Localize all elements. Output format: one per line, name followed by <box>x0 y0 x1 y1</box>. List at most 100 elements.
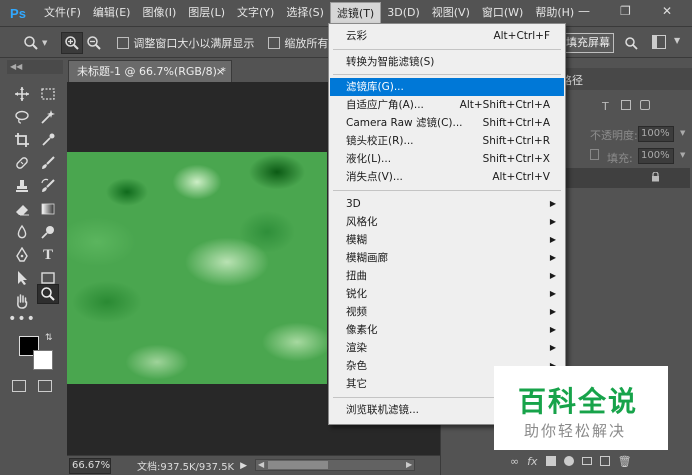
fill-field[interactable]: 100% <box>638 148 674 164</box>
hand-tool-icon[interactable] <box>11 291 33 311</box>
menu-item-label: 模糊 <box>346 234 367 246</box>
new-layer-icon[interactable] <box>599 456 610 466</box>
quick-mask-icon[interactable] <box>12 380 26 392</box>
menu-image[interactable]: 图像(I) <box>136 2 182 24</box>
clone-stamp-tool-icon[interactable] <box>11 176 33 196</box>
menu-item-filter-gallery[interactable]: 滤镜库(G)... <box>330 78 564 96</box>
menu-item-blur-gallery[interactable]: 模糊画廊 ▶ <box>330 249 564 267</box>
search-icon[interactable] <box>620 32 642 54</box>
doc-info-arrow-icon[interactable]: ▶ <box>240 461 247 471</box>
brush-tool-icon[interactable] <box>37 153 59 173</box>
menu-separator <box>333 74 561 75</box>
menu-edit[interactable]: 编辑(E) <box>87 2 137 24</box>
menu-type[interactable]: 文字(Y) <box>231 2 280 24</box>
layer-style-icon[interactable]: fx <box>527 455 537 468</box>
zoom-level-field[interactable]: 66.67% <box>69 457 111 474</box>
menu-item-label: 视频 <box>346 306 367 318</box>
path-selection-tool-icon[interactable] <box>11 268 33 288</box>
menu-help[interactable]: 帮助(H) <box>529 2 580 24</box>
fill-dropdown-arrow-icon[interactable]: ▼ <box>680 151 685 159</box>
menu-select[interactable]: 选择(S) <box>280 2 330 24</box>
eraser-tool-icon[interactable] <box>11 199 33 219</box>
zoom-all-checkbox[interactable]: 缩放所有 <box>268 35 328 51</box>
menu-file[interactable]: 文件(F) <box>38 2 87 24</box>
healing-brush-tool-icon[interactable] <box>11 153 33 173</box>
smart-object-layer-icon[interactable] <box>640 100 650 110</box>
menu-layer[interactable]: 图层(L) <box>182 2 231 24</box>
opacity-dropdown-arrow-icon[interactable]: ▼ <box>680 129 685 137</box>
group-layers-icon[interactable] <box>581 457 592 465</box>
layer-row-background[interactable] <box>566 168 690 188</box>
delete-layer-icon[interactable]: 🗑 <box>618 455 632 468</box>
close-document-icon[interactable]: × <box>216 61 225 82</box>
menu-item-liquify[interactable]: 液化(L)... Shift+Ctrl+X <box>330 150 564 168</box>
workspace-dropdown-arrow-icon[interactable]: ▼ <box>674 36 680 45</box>
menu-window[interactable]: 窗口(W) <box>476 2 529 24</box>
toolbox-collapse-icon[interactable]: ◀◀ <box>7 60 63 74</box>
swap-colors-icon[interactable]: ⇅ <box>45 333 53 343</box>
zoom-tool-preset-icon[interactable] <box>20 32 42 54</box>
close-icon[interactable]: ✕ <box>662 4 672 18</box>
menu-item-adaptive-wide-angle[interactable]: 自适应广角(A)... Alt+Shift+Ctrl+A <box>330 96 564 114</box>
move-tool-icon[interactable] <box>11 84 33 104</box>
more-tools-icon[interactable]: ••• <box>8 309 35 329</box>
menu-item-vanishing-point[interactable]: 消失点(V)... Alt+Ctrl+V <box>330 168 564 186</box>
menu-3d[interactable]: 3D(D) <box>381 2 426 24</box>
fill-screen-button[interactable]: 填充屏幕 <box>562 33 614 53</box>
link-layers-icon[interactable]: ∞ <box>510 455 519 468</box>
pen-tool-icon[interactable] <box>11 245 33 265</box>
zoom-out-icon[interactable] <box>83 32 105 54</box>
magic-wand-tool-icon[interactable] <box>37 107 59 127</box>
menu-item-render[interactable]: 渲染 ▶ <box>330 339 564 357</box>
shape-layer-icon[interactable] <box>621 100 631 110</box>
menu-item-label: 浏览联机滤镜... <box>346 404 420 416</box>
type-layer-icon[interactable]: T <box>602 100 609 113</box>
menu-item-lens-correction[interactable]: 镜头校正(R)... Shift+Ctrl+R <box>330 132 564 150</box>
document-tab[interactable]: 未标题-1 @ 66.7%(RGB/8) * × <box>68 60 232 82</box>
blur-tool-icon[interactable] <box>11 222 33 242</box>
menu-view[interactable]: 视图(V) <box>426 2 476 24</box>
scroll-left-arrow-icon[interactable]: ◀ <box>258 460 264 469</box>
canvas-clouds[interactable] <box>67 152 327 384</box>
adjustment-layer-icon[interactable] <box>563 456 574 466</box>
checkbox-box[interactable] <box>268 36 281 49</box>
menu-item-shortcut: Alt+Ctrl+F <box>493 30 550 42</box>
scrollbar-thumb[interactable] <box>268 461 328 469</box>
resize-windows-checkbox[interactable]: 调整窗口大小以满屏显示 <box>117 35 254 51</box>
menu-item-3d[interactable]: 3D ▶ <box>330 195 564 213</box>
history-brush-tool-icon[interactable] <box>37 176 59 196</box>
zoom-tool-icon[interactable] <box>37 284 59 304</box>
scroll-right-arrow-icon[interactable]: ▶ <box>406 460 412 469</box>
menu-item-sharpen[interactable]: 锐化 ▶ <box>330 285 564 303</box>
preset-dropdown-arrow-icon[interactable]: ▼ <box>42 39 47 47</box>
restore-icon[interactable]: ❐ <box>620 4 631 18</box>
opacity-field[interactable]: 100% <box>638 126 674 142</box>
marquee-tool-icon[interactable] <box>37 84 59 104</box>
fill-label: 填充: <box>607 152 633 165</box>
layer-mask-icon[interactable] <box>545 456 556 466</box>
workspace-icon[interactable] <box>652 35 666 49</box>
menu-filter[interactable]: 滤镜(T) <box>329 2 382 24</box>
menu-item-clouds[interactable]: 云彩 Alt+Ctrl+F <box>330 27 564 45</box>
screen-mode-icon[interactable] <box>38 380 52 392</box>
checkbox-box[interactable] <box>117 36 130 49</box>
menu-item-label: 扭曲 <box>346 270 367 282</box>
minimize-icon[interactable]: — <box>578 4 590 18</box>
lock-transparency-icon[interactable] <box>590 149 599 160</box>
dodge-tool-icon[interactable] <box>37 222 59 242</box>
menu-item-stylize[interactable]: 风格化 ▶ <box>330 213 564 231</box>
menu-item-label: 像素化 <box>346 324 378 336</box>
background-color-swatch[interactable] <box>33 350 53 370</box>
menu-item-convert-smart-filter[interactable]: 转换为智能滤镜(S) <box>330 53 564 71</box>
crop-tool-icon[interactable] <box>11 130 33 150</box>
menu-item-blur[interactable]: 模糊 ▶ <box>330 231 564 249</box>
menu-item-pixelate[interactable]: 像素化 ▶ <box>330 321 564 339</box>
menu-item-distort[interactable]: 扭曲 ▶ <box>330 267 564 285</box>
menu-item-camera-raw[interactable]: Camera Raw 滤镜(C)... Shift+Ctrl+A <box>330 114 564 132</box>
type-tool-icon[interactable]: T <box>37 245 59 265</box>
gradient-tool-icon[interactable] <box>37 199 59 219</box>
zoom-in-icon[interactable] <box>61 31 84 54</box>
menu-item-video[interactable]: 视频 ▶ <box>330 303 564 321</box>
eyedropper-tool-icon[interactable] <box>37 130 59 150</box>
lasso-tool-icon[interactable] <box>11 107 33 127</box>
